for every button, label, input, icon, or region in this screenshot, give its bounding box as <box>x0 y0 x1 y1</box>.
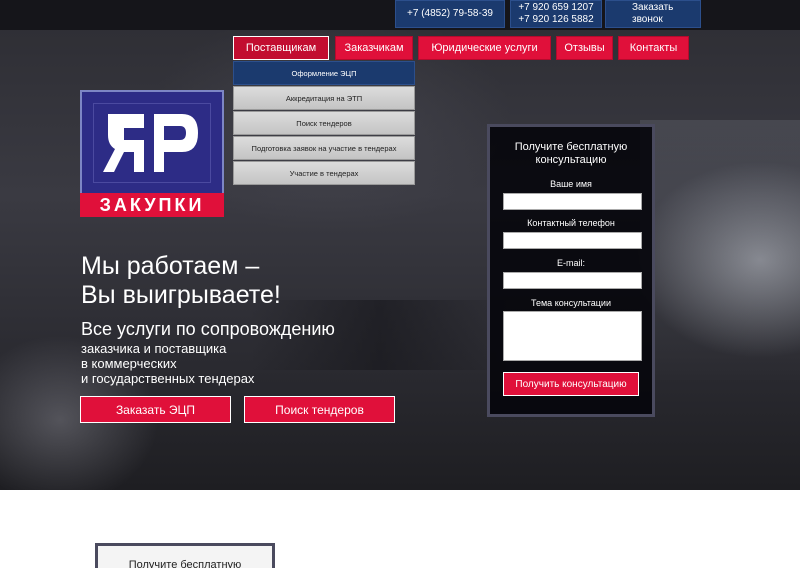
topic-textarea[interactable] <box>503 311 642 361</box>
nav-item-contacts[interactable]: Контакты <box>618 36 689 60</box>
dropdown-item-label: Участие в тендерах <box>289 168 359 178</box>
email-label: E-mail: <box>556 258 585 268</box>
dropdown-item-label: Аккредитация на ЭТП <box>285 93 363 103</box>
phone-mobile[interactable]: +7 920 659 1207 +7 920 126 5882 <box>510 0 602 28</box>
tender-search-button[interactable]: Поиск тендеров <box>244 396 395 423</box>
form-title: Получите бесплатную консультацию <box>490 141 652 167</box>
order-ecp-label: Заказать ЭЦП <box>115 402 196 417</box>
phone-input[interactable] <box>503 232 642 249</box>
nav-item-reviews[interactable]: Отзывы <box>556 36 613 60</box>
logo-ribbon-text: ЗАКУПКИ <box>99 194 205 215</box>
logo-monogram-icon <box>103 114 198 172</box>
hero-subtitle: Все услуги по сопровождению <box>81 319 335 339</box>
desc-line2: в коммерческих <box>81 356 177 371</box>
get-consultation-button[interactable]: Получить консультацию <box>503 372 639 396</box>
topic-label: Тема консультации <box>531 298 611 308</box>
dropdown-item-tender-search[interactable]: Поиск тендеров <box>233 111 415 135</box>
nav-item-label: Заказчикам <box>344 42 404 54</box>
dropdown-item-label: Подготовка заявок на участие в тендерах <box>251 143 397 153</box>
bottom-card-title: Получите бесплатную <box>128 559 242 568</box>
logo-ribbon: ЗАКУПКИ <box>80 193 224 217</box>
tender-search-label: Поиск тендеров <box>275 402 364 417</box>
suppliers-dropdown: Оформление ЭЦП Аккредитация на ЭТП Поиск… <box>233 61 415 186</box>
desc-line3: и государственных тендерах <box>81 371 255 386</box>
phone-mobile-1-text: +7 920 659 1207 <box>518 2 594 13</box>
nav-item-label: Отзывы <box>564 42 605 54</box>
phone-main[interactable]: +7 (4852) 79-58-39 <box>395 0 505 28</box>
form-title-line2: консультацию <box>535 154 607 166</box>
hero-description: заказчика и поставщика в коммерческих и … <box>81 341 254 386</box>
callback-button[interactable]: Заказать звонок <box>605 0 701 28</box>
callback-line1: Заказать <box>632 2 674 13</box>
hero-headline: Мы работаем – Вы выигрываете! <box>81 252 281 310</box>
dropdown-item-label: Оформление ЭЦП <box>291 68 357 78</box>
phone-label: Контактный телефон <box>527 218 615 228</box>
dropdown-item-ecp[interactable]: Оформление ЭЦП <box>233 61 415 85</box>
name-input[interactable] <box>503 193 642 210</box>
bottom-consultation-card: Получите бесплатную <box>95 543 275 568</box>
dropdown-item-participation[interactable]: Участие в тендерах <box>233 161 415 185</box>
name-label: Ваше имя <box>550 179 592 189</box>
get-consultation-label: Получить консультацию <box>515 378 627 390</box>
nav-item-legal[interactable]: Юридические услуги <box>418 36 551 60</box>
logo[interactable] <box>80 90 224 196</box>
desc-line1: заказчика и поставщика <box>81 341 227 356</box>
nav-item-label: Поставщикам <box>245 42 317 54</box>
headline-line1: Мы работаем – <box>81 252 260 280</box>
form-title-line1: Получите бесплатную <box>514 141 628 153</box>
dropdown-item-label: Поиск тендеров <box>296 118 352 128</box>
nav-item-label: Контакты <box>629 42 678 54</box>
email-input[interactable] <box>503 272 642 289</box>
phone-mobile-2-text: +7 920 126 5882 <box>518 14 594 25</box>
dropdown-item-applications[interactable]: Подготовка заявок на участие в тендерах <box>233 136 415 160</box>
nav-item-label: Юридические услуги <box>431 42 538 54</box>
nav-item-suppliers[interactable]: Поставщикам <box>233 36 329 60</box>
dropdown-item-accreditation[interactable]: Аккредитация на ЭТП <box>233 86 415 110</box>
callback-line2: звонок <box>632 14 663 25</box>
nav-item-customers[interactable]: Заказчикам <box>335 36 413 60</box>
consultation-form: Получите бесплатную консультацию Ваше им… <box>487 124 655 417</box>
logo-inner <box>93 103 211 183</box>
order-ecp-button[interactable]: Заказать ЭЦП <box>80 396 231 423</box>
phone-main-text: +7 (4852) 79-58-39 <box>407 8 493 19</box>
headline-line2: Вы выигрываете! <box>81 281 281 309</box>
background-blur-right <box>640 120 800 380</box>
